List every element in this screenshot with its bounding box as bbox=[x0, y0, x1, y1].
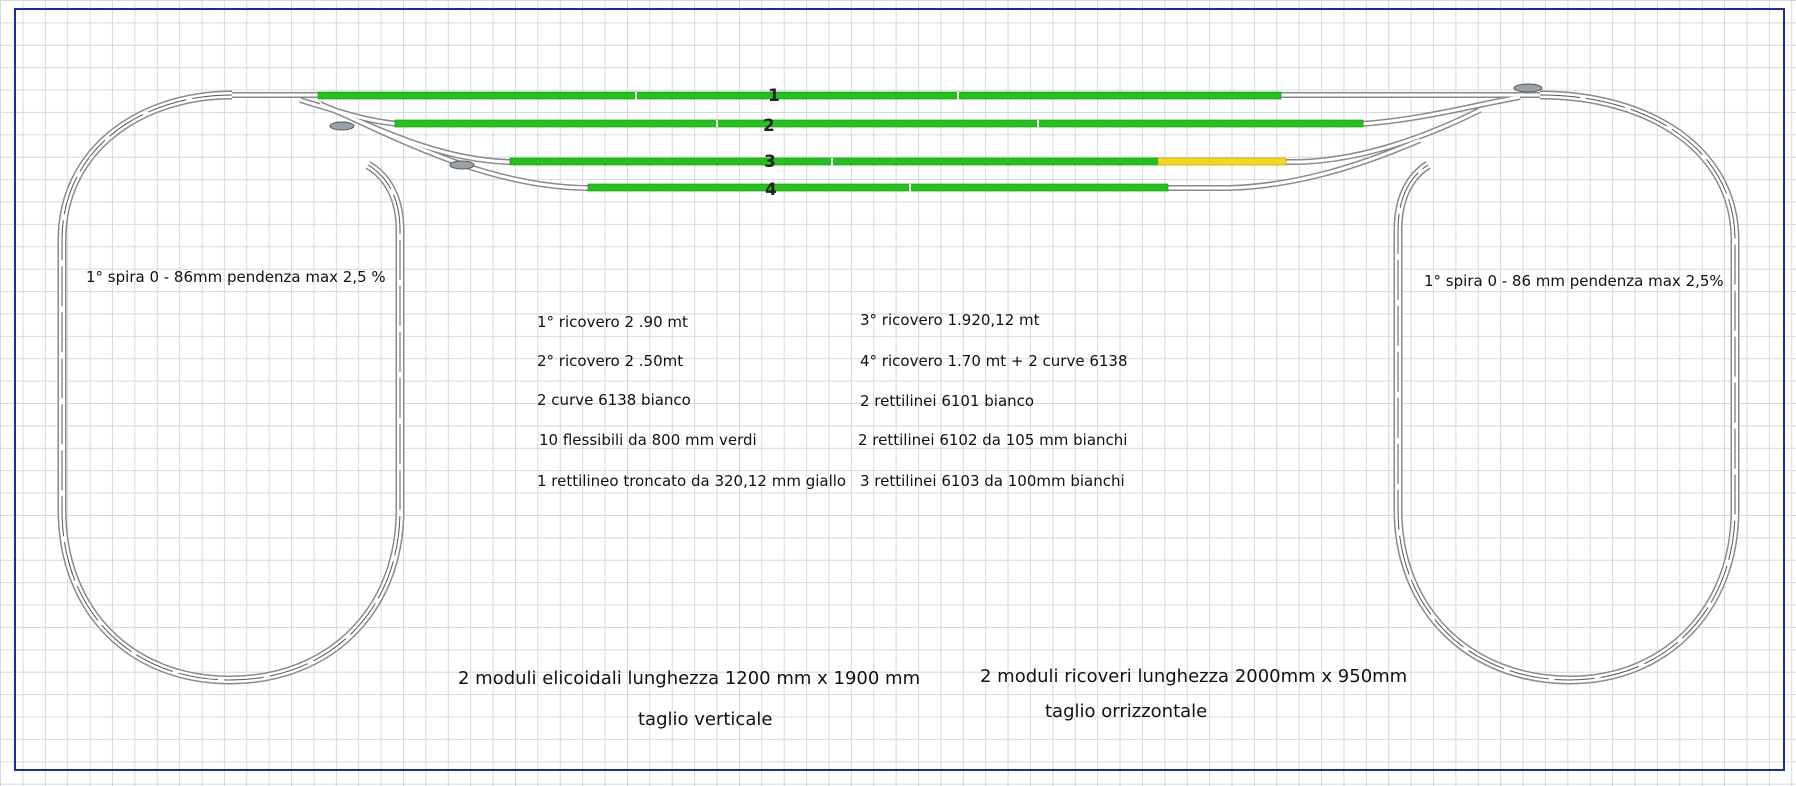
note-left-3: 2 curve 6138 bianco bbox=[537, 391, 691, 409]
storage-track-3 bbox=[509, 157, 1159, 166]
note-right-4: 2 rettilinei 6102 da 105 mm bianchi bbox=[858, 431, 1128, 449]
note-right-3: 2 rettilinei 6101 bianco bbox=[860, 392, 1035, 410]
footer-left-line1: 2 moduli elicoidali lunghezza 1200 mm x … bbox=[458, 668, 921, 689]
note-left-5: 1 rettilineo troncato da 320,12 mm giall… bbox=[537, 472, 847, 490]
right-helix bbox=[1393, 90, 1740, 685]
track-number-1: 1 bbox=[768, 86, 780, 106]
storage-track-2 bbox=[394, 119, 1364, 128]
storage-track-3-yellow bbox=[1157, 157, 1287, 166]
storage-track-4 bbox=[587, 183, 1169, 192]
note-left-1: 1° ricovero 2 .90 mt bbox=[537, 313, 688, 331]
track-number-3: 3 bbox=[764, 152, 776, 172]
track-number-4: 4 bbox=[765, 180, 777, 200]
footer-right-line2: taglio orrizzontale bbox=[1045, 701, 1208, 722]
note-right-2: 4° ricovero 1.70 mt + 2 curve 6138 bbox=[860, 352, 1128, 370]
footer-right-line1: 2 moduli ricoveri lunghezza 2000mm x 950… bbox=[980, 666, 1408, 687]
left-helix-label: 1° spira 0 - 86mm pendenza max 2,5 % bbox=[86, 268, 386, 286]
left-helix bbox=[57, 90, 405, 685]
note-left-2: 2° ricovero 2 .50mt bbox=[537, 352, 684, 370]
track-joints bbox=[635, 92, 1039, 191]
footer-left-line2: taglio verticale bbox=[638, 709, 773, 730]
storage-track-1 bbox=[317, 91, 1282, 100]
storage-tracks bbox=[317, 91, 1364, 192]
note-left-4: 10 flessibili da 800 mm verdi bbox=[539, 431, 757, 449]
yard-ladder bbox=[232, 92, 1540, 191]
note-right-5: 3 rettilinei 6103 da 100mm bianchi bbox=[860, 472, 1125, 490]
track-number-2: 2 bbox=[763, 116, 775, 136]
note-right-1: 3° ricovero 1.920,12 mt bbox=[860, 311, 1040, 329]
right-helix-label: 1° spira 0 - 86 mm pendenza max 2,5% bbox=[1424, 272, 1724, 290]
